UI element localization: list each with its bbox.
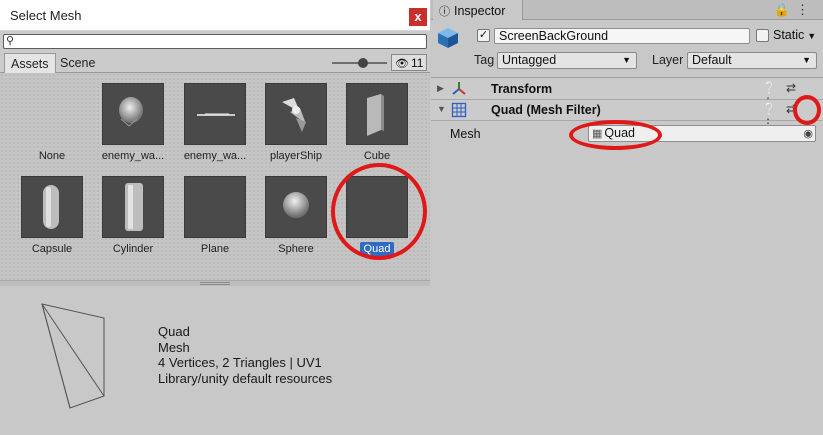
static-dropdown[interactable]: Static ▼ [773,28,816,42]
grid-item-label: enemy_wa... [101,150,165,162]
help-icon[interactable]: ❔ [762,81,777,95]
grid-item-label: Capsule [31,243,73,255]
grid-item-enemy-wave-2[interactable]: enemy_wa... [175,73,255,163]
mesh-info-stats: 4 Vertices, 2 Triangles | UV1 [158,355,322,370]
hidden-count: 11 [410,56,424,70]
layer-dropdown[interactable]: Default ▼ [687,52,817,69]
mesh-thumbnail [102,83,164,145]
grid-item-label: Cube [363,150,391,162]
slider-knob[interactable] [358,58,368,68]
help-icon[interactable]: ❔ [762,102,777,116]
mesh-property-row: Mesh ▦ Quad ◉ [431,124,823,144]
mesh-thumbnail [346,83,408,145]
mesh-filter-icon [451,102,467,118]
search-field[interactable]: ⚲ [3,34,427,49]
select-mesh-window: Select Mesh x ⚲ Assets Scene 👁 11 None e… [0,0,430,435]
tab-inspector[interactable]: ⓘ Inspector [433,0,523,20]
search-input[interactable] [18,35,418,48]
grid-item-sphere[interactable]: Sphere [256,166,336,256]
window-title: Select Mesh [10,8,82,23]
grid-item-label: Sphere [278,243,314,255]
presets-icon[interactable]: ⇄ [786,81,796,95]
grid-item-label: Cylinder [112,243,154,255]
grid-item-none[interactable]: None [12,73,92,163]
grid-item-label: Plane [200,243,230,255]
mesh-label: Mesh [450,127,481,141]
quad-wireframe-preview [41,303,105,409]
mesh-thumbnail [265,176,327,238]
grid-item-label: playerShip [270,150,322,162]
component-mesh-filter-header[interactable]: ▼ Quad (Mesh Filter) ❔ ⇄⋮ [431,100,823,130]
static-label: Static [773,28,805,42]
mesh-thumbnail [184,176,246,238]
mesh-info-name: Quad [158,324,190,339]
mesh-value: Quad [604,126,635,140]
static-checkbox[interactable] [756,29,769,42]
transform-icon [452,82,466,95]
grid-item-label-selected: Quad [360,242,394,256]
close-button[interactable]: x [409,8,427,26]
tag-value: Untagged [502,53,557,67]
search-bar: ⚲ [0,31,430,52]
component-transform-header[interactable]: ▶ Transform ❔⇄⋮ [431,79,823,109]
mesh-grid-icon: ▦ [592,128,603,140]
grid-item-enemy-wave-1[interactable]: enemy_wa... [93,73,173,163]
mesh-thumbnail [102,176,164,238]
mesh-preview-panel: Quad Mesh 4 Vertices, 2 Triangles | UV1 … [0,286,430,435]
grid-item-capsule[interactable]: Capsule [12,166,92,256]
lock-icon[interactable]: 🔒 [774,2,796,17]
eye-slash-icon: 👁 [395,58,409,70]
grid-item-quad[interactable]: Quad [337,166,417,256]
window-titlebar[interactable]: Select Mesh x [0,0,430,31]
info-icon: ⓘ [439,6,450,18]
mesh-thumbnail [265,83,327,145]
tab-assets[interactable]: Assets [4,53,56,73]
grid-item-plane[interactable]: Plane [175,166,255,256]
chevron-down-icon: ▼ [807,31,817,41]
component-title: Transform [491,82,553,96]
presets-icon[interactable]: ⇄ [786,102,796,116]
search-icon: ⚲ [6,35,15,47]
chevron-down-icon: ▼ [622,55,631,65]
active-checkbox[interactable]: ✓ [477,29,490,42]
grid-item-playership[interactable]: playerShip [256,73,336,163]
grid-item-cylinder[interactable]: Cylinder [93,166,173,256]
mesh-thumbnail [21,176,83,238]
mesh-info-type: Mesh [158,339,190,355]
gameobject-header: ✓ ScreenBackGround Static ▼ Tag Untagged ▼… [431,21,823,78]
grid-item-label: enemy_wa... [183,150,247,162]
grid-item-label: None [38,150,66,162]
object-name-field[interactable]: ScreenBackGround [494,28,750,44]
tab-scene[interactable]: Scene [54,53,101,73]
fold-arrow-icon[interactable]: ▶ [437,83,444,94]
grid-item-cube[interactable]: Cube [337,73,417,163]
mesh-info: Quad Mesh 4 Vertices, 2 Triangles | UV1 … [158,324,332,386]
chevron-down-icon: ▼ [802,55,811,65]
inspector-tab-bar: ⓘ Inspector 🔒⋮ [431,0,823,20]
asset-grid: None enemy_wa... enemy_wa... playerShip [0,73,430,280]
mesh-thumbnail [184,83,246,145]
hidden-packages-toggle[interactable]: 👁 11 [391,54,428,71]
layer-label: Layer [652,53,684,67]
picker-tabs: Assets Scene 👁 11 [0,52,430,73]
more-options-icon[interactable]: ⋮ [796,2,815,17]
component-title: Quad (Mesh Filter) [491,103,601,117]
gameobject-cube-icon [438,28,458,48]
splitter-grip[interactable] [200,282,230,285]
layer-value: Default [692,53,732,67]
tab-tools: 🔒⋮ [774,2,815,18]
fold-arrow-icon[interactable]: ▼ [437,104,446,114]
mesh-info-path: Library/unity default resources [158,370,333,386]
tag-label: Tag [474,53,495,67]
mesh-object-field[interactable]: ▦ Quad ◉ [588,125,816,142]
tag-dropdown[interactable]: Untagged ▼ [497,52,637,69]
object-picker-icon[interactable]: ◉ [803,127,813,142]
inspector-tab-label: Inspector [454,4,506,18]
mesh-thumbnail [346,176,408,238]
inspector-panel: ⓘ Inspector 🔒⋮ ✓ ScreenBackGround Static ▼… [431,0,823,435]
thumbnail-size-slider[interactable] [332,58,387,68]
